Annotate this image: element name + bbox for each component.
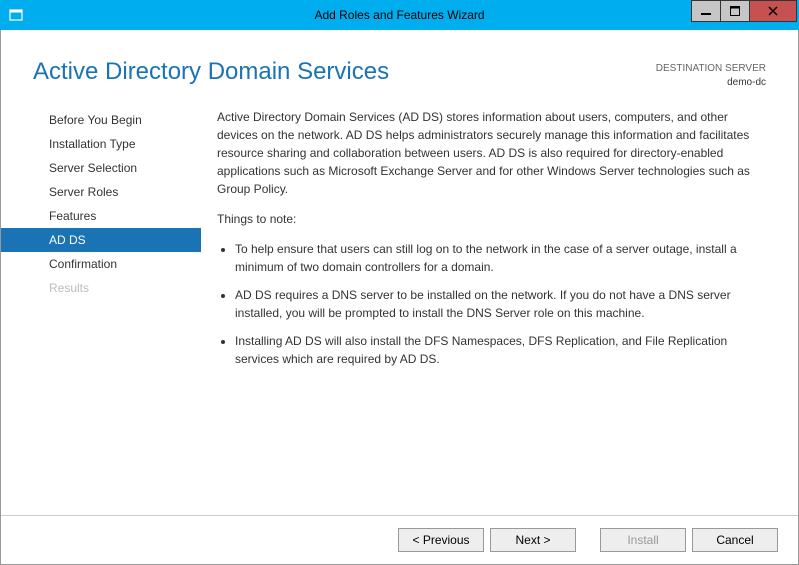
content-row: Before You BeginInstallation TypeServer …	[1, 100, 798, 515]
maximize-button[interactable]	[720, 0, 750, 22]
nav-item-features[interactable]: Features	[1, 204, 201, 228]
intro-text: Active Directory Domain Services (AD DS)…	[217, 108, 770, 198]
nav-item-installation-type[interactable]: Installation Type	[1, 132, 201, 156]
cancel-button[interactable]: Cancel	[692, 528, 778, 552]
page-title: Active Directory Domain Services	[33, 58, 389, 86]
wizard-body: Active Directory Domain Services DESTINA…	[0, 30, 799, 565]
minimize-button[interactable]	[691, 0, 721, 22]
previous-button[interactable]: < Previous	[398, 528, 484, 552]
destination-server: DESTINATION SERVER demo-dc	[656, 62, 766, 90]
window-controls	[691, 0, 799, 30]
main-panel: Active Directory Domain Services (AD DS)…	[201, 100, 798, 515]
app-icon	[8, 7, 24, 23]
nav-item-results: Results	[1, 276, 201, 300]
footer: < Previous Next > Install Cancel	[1, 515, 798, 564]
notes-list: To help ensure that users can still log …	[217, 240, 770, 368]
next-button[interactable]: Next >	[490, 528, 576, 552]
titlebar: Add Roles and Features Wizard	[0, 0, 799, 30]
destination-label: DESTINATION SERVER	[656, 62, 766, 76]
nav-item-ad-ds[interactable]: AD DS	[1, 228, 201, 252]
note-item: Installing AD DS will also install the D…	[235, 332, 770, 368]
nav-item-confirmation[interactable]: Confirmation	[1, 252, 201, 276]
notes-heading: Things to note:	[217, 210, 770, 228]
sidebar: Before You BeginInstallation TypeServer …	[1, 100, 201, 515]
close-button[interactable]	[749, 0, 797, 22]
nav-item-server-roles[interactable]: Server Roles	[1, 180, 201, 204]
nav-item-server-selection[interactable]: Server Selection	[1, 156, 201, 180]
note-item: AD DS requires a DNS server to be instal…	[235, 286, 770, 322]
nav-item-before-you-begin[interactable]: Before You Begin	[1, 108, 201, 132]
header-area: Active Directory Domain Services DESTINA…	[1, 30, 798, 100]
window-title: Add Roles and Features Wizard	[0, 8, 799, 22]
note-item: To help ensure that users can still log …	[235, 240, 770, 276]
install-button: Install	[600, 528, 686, 552]
destination-name: demo-dc	[656, 76, 766, 90]
